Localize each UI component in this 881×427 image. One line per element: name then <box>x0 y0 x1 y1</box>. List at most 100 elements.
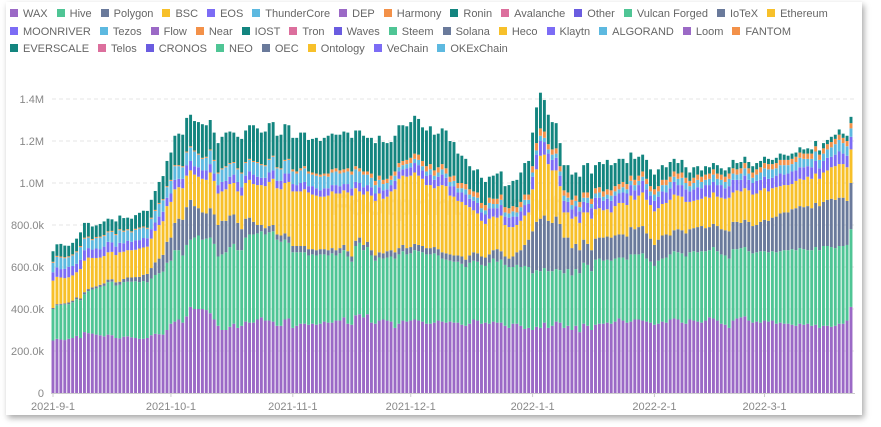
bar-segment[interactable] <box>538 128 542 136</box>
bar-segment[interactable] <box>798 157 802 168</box>
bar-segment[interactable] <box>798 248 802 324</box>
bar-segment[interactable] <box>98 286 102 336</box>
bar-segment[interactable] <box>71 254 75 256</box>
bar-segment[interactable] <box>562 327 566 393</box>
bar-segment[interactable] <box>601 191 605 197</box>
bar-segment[interactable] <box>366 137 369 172</box>
bar-segment[interactable] <box>676 163 680 174</box>
bar-segment[interactable] <box>645 199 649 234</box>
bar-segment[interactable] <box>511 180 515 207</box>
bar-segment[interactable] <box>413 172 417 244</box>
bar-segment[interactable] <box>527 239 531 267</box>
bar-segment[interactable] <box>346 256 350 324</box>
bar-segment[interactable] <box>377 135 381 176</box>
bar-segment[interactable] <box>373 185 377 194</box>
bar-segment[interactable] <box>590 250 594 272</box>
bar-segment[interactable] <box>778 159 782 166</box>
bar-segment[interactable] <box>271 122 275 156</box>
bar-segment[interactable] <box>660 258 664 322</box>
bar-segment[interactable] <box>546 271 550 328</box>
bar-segment[interactable] <box>428 126 432 165</box>
bar-segment[interactable] <box>248 159 252 172</box>
bar-segment[interactable] <box>153 262 157 275</box>
bar-segment[interactable] <box>704 228 708 252</box>
bar-segment[interactable] <box>491 175 495 199</box>
bar-segment[interactable] <box>373 255 377 261</box>
bar-segment[interactable] <box>798 167 802 179</box>
bar-segment[interactable] <box>126 240 130 251</box>
bar-segment[interactable] <box>460 263 464 325</box>
bar-segment[interactable] <box>417 244 421 252</box>
bar-segment[interactable] <box>676 252 680 320</box>
bar-segment[interactable] <box>267 159 271 173</box>
bar-segment[interactable] <box>193 121 196 151</box>
bar-segment[interactable] <box>480 208 483 213</box>
bar-segment[interactable] <box>358 183 362 192</box>
bar-segment[interactable] <box>228 247 232 327</box>
bar-segment[interactable] <box>652 265 656 325</box>
bar-segment[interactable] <box>94 334 98 393</box>
bar-segment[interactable] <box>255 233 259 320</box>
bar-segment[interactable] <box>672 176 676 182</box>
bar-segment[interactable] <box>200 309 204 393</box>
bar-segment[interactable] <box>727 327 731 393</box>
bar-segment[interactable] <box>200 124 204 158</box>
bar-segment[interactable] <box>90 249 94 258</box>
bar-segment[interactable] <box>629 175 633 181</box>
bar-segment[interactable] <box>480 212 483 221</box>
bar-segment[interactable] <box>751 177 755 183</box>
bar-segment[interactable] <box>751 172 755 178</box>
bar-segment[interactable] <box>310 323 314 393</box>
bar-segment[interactable] <box>806 166 810 177</box>
bar-segment[interactable] <box>299 191 303 246</box>
bar-segment[interactable] <box>291 137 295 170</box>
bar-segment[interactable] <box>731 168 735 174</box>
bar-segment[interactable] <box>578 332 582 393</box>
bar-segment[interactable] <box>413 319 417 394</box>
bar-segment[interactable] <box>299 246 303 253</box>
bar-segment[interactable] <box>421 170 424 179</box>
bar-segment[interactable] <box>759 167 763 173</box>
bar-segment[interactable] <box>334 193 338 251</box>
bar-segment[interactable] <box>334 168 338 172</box>
bar-segment[interactable] <box>464 205 468 260</box>
bar-segment[interactable] <box>739 173 743 180</box>
bar-segment[interactable] <box>94 248 98 258</box>
bar-segment[interactable] <box>200 212 204 240</box>
bar-segment[interactable] <box>641 320 645 393</box>
bar-segment[interactable] <box>106 252 110 280</box>
bar-segment[interactable] <box>747 320 751 393</box>
bar-segment[interactable] <box>684 233 688 257</box>
bar-segment[interactable] <box>307 255 310 325</box>
bar-segment[interactable] <box>86 236 90 238</box>
bar-segment[interactable] <box>597 187 601 193</box>
bar-segment[interactable] <box>743 156 747 164</box>
bar-segment[interactable] <box>283 159 287 161</box>
bar-segment[interactable] <box>550 222 554 272</box>
bar-segment[interactable] <box>389 185 393 192</box>
bar-segment[interactable] <box>291 252 295 328</box>
bar-segment[interactable] <box>295 185 299 192</box>
bar-segment[interactable] <box>236 181 240 192</box>
bar-segment[interactable] <box>668 188 672 200</box>
bar-segment[interactable] <box>825 170 829 200</box>
bar-segment[interactable] <box>833 166 837 200</box>
bar-segment[interactable] <box>700 322 704 393</box>
bar-segment[interactable] <box>829 136 833 143</box>
bar-segment[interactable] <box>586 325 590 393</box>
bar-segment[interactable] <box>766 164 770 170</box>
bar-segment[interactable] <box>601 164 605 192</box>
bar-segment[interactable] <box>527 204 531 213</box>
bar-segment[interactable] <box>440 169 444 175</box>
bar-segment[interactable] <box>515 216 519 225</box>
bar-segment[interactable] <box>259 231 263 318</box>
bar-segment[interactable] <box>578 273 582 333</box>
bar-segment[interactable] <box>173 166 177 180</box>
bar-segment[interactable] <box>267 123 271 159</box>
bar-segment[interactable] <box>291 169 295 172</box>
bar-segment[interactable] <box>483 257 487 266</box>
bar-segment[interactable] <box>672 230 676 252</box>
bar-segment[interactable] <box>507 217 511 228</box>
bar-segment[interactable] <box>181 219 185 256</box>
bar-segment[interactable] <box>790 209 794 250</box>
